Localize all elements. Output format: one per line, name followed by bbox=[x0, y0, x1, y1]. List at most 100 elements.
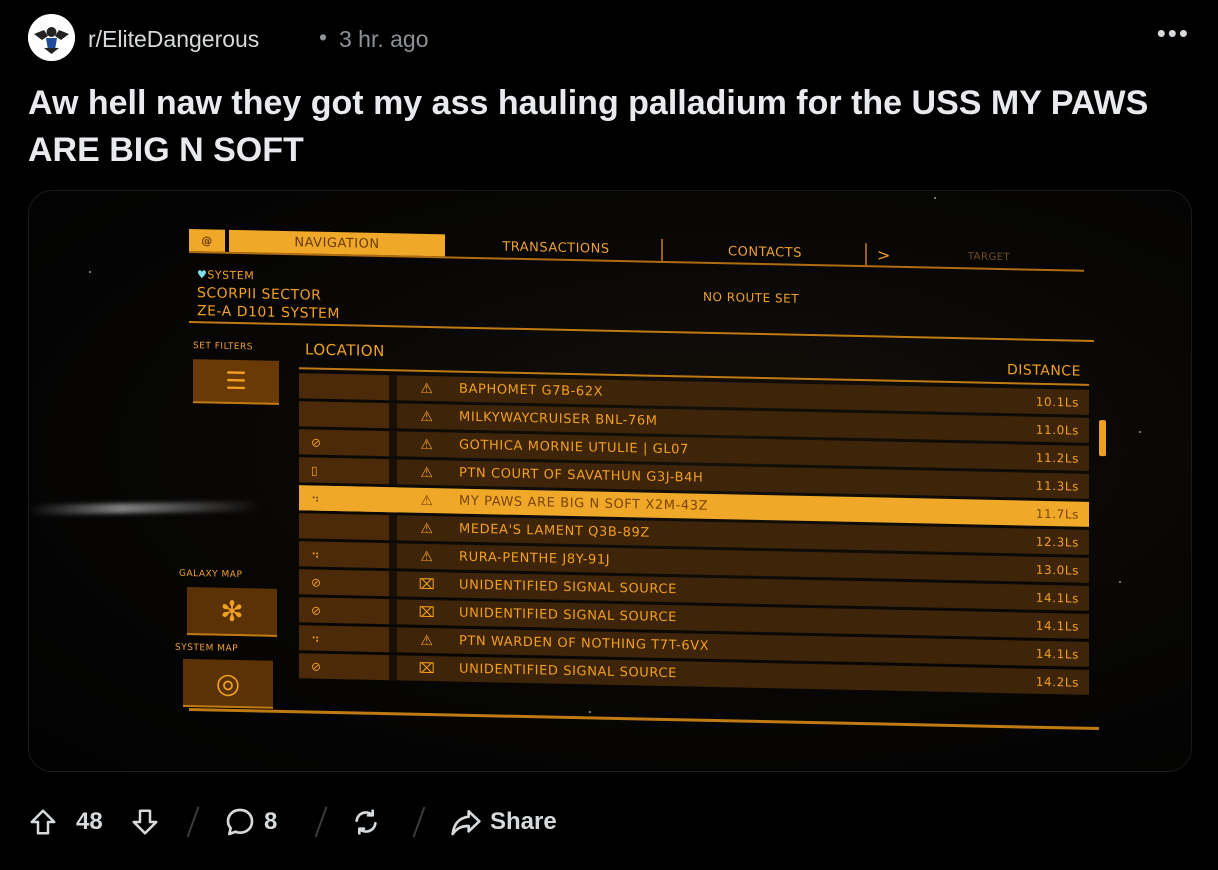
post-header: r/EliteDangerous • 3 hr. ago ••• bbox=[28, 14, 1190, 62]
fleet-carrier-icon: ⚠ bbox=[420, 436, 434, 453]
location-distance: 11.0Ls bbox=[1035, 422, 1079, 438]
system-orbit-icon: ◎ bbox=[215, 666, 241, 700]
signal-source-icon: ⌧ bbox=[418, 660, 436, 677]
row-gap bbox=[389, 599, 397, 625]
galaxy-map-label: GALAXY MAP bbox=[179, 568, 243, 581]
location-name: BAPHOMET G7B-62X bbox=[459, 381, 604, 400]
location-header: LOCATION bbox=[305, 340, 385, 361]
share-button[interactable]: Share bbox=[450, 800, 557, 844]
tab-navigation[interactable]: NAVIGATION bbox=[229, 229, 445, 257]
signal-source-icon: ⌧ bbox=[418, 604, 436, 621]
crosspost-icon bbox=[355, 809, 377, 835]
action-separator bbox=[412, 806, 426, 838]
downvote-arrow-icon bbox=[132, 809, 158, 835]
star bbox=[89, 271, 91, 273]
post-actions: 48 8 Share bbox=[28, 800, 728, 844]
row-gap bbox=[389, 571, 397, 597]
panel-baseline bbox=[189, 708, 1099, 731]
fleet-carrier-icon: ⚠ bbox=[420, 492, 434, 509]
fleet-carrier-icon: ⚠ bbox=[420, 408, 434, 425]
location-name: PTN COURT OF SAVATHUN G3J-B4H bbox=[459, 465, 704, 486]
row-gap bbox=[389, 403, 397, 429]
row-gap bbox=[389, 431, 397, 457]
location-name: MEDEA'S LAMENT Q3B-89Z bbox=[459, 521, 650, 541]
location-name: UNIDENTIFIED SIGNAL SOURCE bbox=[459, 577, 677, 598]
action-separator bbox=[314, 806, 328, 838]
system-map-button[interactable]: ◎ bbox=[183, 658, 273, 709]
galaxy-map-button[interactable]: ✻ bbox=[187, 586, 277, 637]
location-list: ⚠ BAPHOMET G7B-62X 10.1Ls ⚠ MILKYWAYCRUISER … bbox=[299, 373, 1089, 698]
upvote-arrow-icon bbox=[30, 809, 56, 835]
location-distance: 14.1Ls bbox=[1035, 590, 1079, 606]
star bbox=[934, 197, 936, 199]
comments-button[interactable]: 8 bbox=[224, 800, 277, 844]
location-name: UNIDENTIFIED SIGNAL SOURCE bbox=[459, 661, 677, 682]
fleet-carrier-icon: ⚠ bbox=[420, 632, 434, 649]
location-distance: 11.7Ls bbox=[1035, 506, 1079, 522]
fleet-carrier-icon: ⚠ bbox=[420, 520, 434, 537]
location-name: RURA-PENTHE J8Y-91J bbox=[459, 549, 611, 568]
galaxy-spiral-icon: ✻ bbox=[220, 594, 244, 628]
location-distance: 14.2Ls bbox=[1035, 674, 1079, 690]
navigation-panel: @ NAVIGATION TRANSACTIONS CONTACTS > TAR… bbox=[175, 221, 1129, 741]
downvote-button[interactable] bbox=[130, 800, 160, 844]
distance-header: DISTANCE bbox=[1007, 362, 1081, 380]
tab-contacts[interactable]: CONTACTS bbox=[665, 238, 867, 266]
comment-bubble-icon bbox=[226, 808, 254, 836]
row-gap bbox=[389, 487, 397, 513]
set-filters-label: SET FILTERS bbox=[193, 341, 254, 353]
post-title[interactable]: Aw hell naw they got my ass hauling pall… bbox=[28, 80, 1198, 174]
location-name: GOTHICA MORNIE UTULIE | GL07 bbox=[459, 437, 689, 458]
row-status-icon: ⊘ bbox=[299, 429, 389, 457]
system-map-label: SYSTEM MAP bbox=[175, 642, 239, 655]
row-gap bbox=[389, 515, 397, 541]
row-status-icon: ⠲ bbox=[299, 485, 389, 513]
tab-target[interactable]: TARGET bbox=[929, 245, 1049, 270]
row-status-icon: ⊘ bbox=[299, 653, 389, 681]
fleet-carrier-icon: ⚠ bbox=[420, 380, 434, 397]
location-name: PTN WARDEN OF NOTHING T7T-6VX bbox=[459, 633, 710, 654]
row-status-icon bbox=[299, 513, 389, 541]
location-distance: 13.0Ls bbox=[1035, 562, 1079, 578]
fleet-carrier-icon: ⚠ bbox=[420, 464, 434, 481]
post-age: 3 hr. ago bbox=[339, 26, 429, 52]
row-status-icon: ▯ bbox=[299, 457, 389, 485]
meta-separator: • bbox=[319, 24, 328, 50]
subreddit-avatar[interactable] bbox=[28, 14, 75, 61]
row-gap bbox=[389, 459, 397, 485]
share-arrow-icon bbox=[451, 810, 481, 836]
action-separator bbox=[186, 806, 200, 838]
row-status-icon: ⠲ bbox=[299, 625, 389, 653]
row-gap bbox=[389, 655, 397, 681]
location-name: MILKYWAYCRUISER BNL-76M bbox=[459, 409, 658, 429]
filter-list-icon[interactable]: ☰ bbox=[193, 359, 279, 405]
route-status: NO ROUTE SET bbox=[703, 289, 800, 306]
row-gap bbox=[389, 543, 397, 569]
row-status-icon bbox=[299, 401, 389, 429]
location-distance: 14.1Ls bbox=[1035, 646, 1079, 662]
tab-transactions[interactable]: TRANSACTIONS bbox=[451, 234, 663, 261]
star bbox=[1139, 431, 1141, 433]
subreddit-name[interactable]: r/EliteDangerous bbox=[88, 26, 259, 53]
header-divider bbox=[189, 321, 1094, 342]
list-scrollbar[interactable] bbox=[1099, 420, 1106, 457]
row-status-icon: ⊘ bbox=[299, 569, 389, 597]
location-name: UNIDENTIFIED SIGNAL SOURCE bbox=[459, 605, 677, 626]
upvote-button[interactable] bbox=[28, 800, 58, 844]
fleet-carrier-icon: ⚠ bbox=[420, 548, 434, 565]
crosspost-button[interactable] bbox=[350, 800, 382, 844]
row-status-icon: ⊘ bbox=[299, 597, 389, 625]
row-gap bbox=[389, 627, 397, 653]
post-image[interactable]: @ NAVIGATION TRANSACTIONS CONTACTS > TAR… bbox=[28, 190, 1192, 772]
more-options-icon[interactable]: ••• bbox=[1157, 18, 1190, 49]
system-pin-icon: ♥ bbox=[197, 268, 208, 282]
share-label: Share bbox=[490, 808, 557, 835]
current-system: ♥SYSTEM SCORPII SECTOR ZE-A D101 SYSTEM bbox=[197, 266, 340, 323]
row-status-icon bbox=[299, 373, 389, 401]
system-label: SYSTEM bbox=[207, 268, 255, 283]
comment-count: 8 bbox=[264, 808, 278, 835]
location-distance: 10.1Ls bbox=[1035, 394, 1079, 410]
panel-logo-icon: @ bbox=[189, 229, 225, 252]
tab-next-arrow-icon[interactable]: > bbox=[869, 243, 899, 266]
location-distance: 11.2Ls bbox=[1035, 450, 1079, 466]
